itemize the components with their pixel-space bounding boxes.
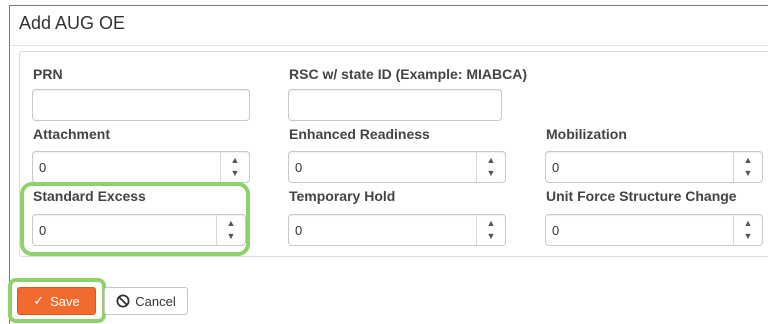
unit-force-structure-change-spinner: ▲ ▼ xyxy=(733,215,762,245)
rsc-label: RSC w/ state ID (Example: MIABCA) xyxy=(289,66,528,82)
mobilization-spinner: ▲ ▼ xyxy=(733,152,762,182)
temporary-hold-decrement-icon[interactable]: ▼ xyxy=(477,229,505,244)
unit-force-structure-change-value: 0 xyxy=(552,223,560,238)
dialog-border-left xyxy=(9,5,10,324)
cancel-button-label: Cancel xyxy=(135,293,176,309)
enhanced-readiness-decrement-icon[interactable]: ▼ xyxy=(477,166,505,181)
temporary-hold-label: Temporary Hold xyxy=(289,188,396,204)
temporary-hold-spinner: ▲ ▼ xyxy=(476,215,505,245)
attachment-decrement-icon[interactable]: ▼ xyxy=(221,166,249,181)
attachment-label: Attachment xyxy=(33,126,111,142)
save-button-highlight xyxy=(8,278,106,323)
temporary-hold-input[interactable]: 0 ▲ ▼ xyxy=(288,214,506,246)
cancel-icon xyxy=(116,294,130,308)
dialog-border-top xyxy=(9,5,768,6)
enhanced-readiness-label: Enhanced Readiness xyxy=(289,126,430,142)
enhanced-readiness-value: 0 xyxy=(295,160,303,175)
rsc-input[interactable] xyxy=(288,89,502,121)
attachment-spinner: ▲ ▼ xyxy=(220,152,249,182)
temporary-hold-value: 0 xyxy=(295,223,303,238)
mobilization-input[interactable]: 0 ▲ ▼ xyxy=(545,151,763,183)
prn-label: PRN xyxy=(33,66,63,82)
attachment-input[interactable]: 0 ▲ ▼ xyxy=(32,151,250,183)
attachment-value: 0 xyxy=(39,160,47,175)
cancel-button[interactable]: Cancel xyxy=(104,287,188,315)
mobilization-value: 0 xyxy=(552,160,560,175)
title-divider xyxy=(10,45,768,46)
unit-force-structure-change-label: Unit Force Structure Change xyxy=(546,188,737,204)
mobilization-label: Mobilization xyxy=(546,126,627,142)
add-aug-oe-dialog: Add AUG OE PRN RSC w/ state ID (Example:… xyxy=(0,0,768,324)
unit-force-structure-change-decrement-icon[interactable]: ▼ xyxy=(734,229,762,244)
prn-input[interactable] xyxy=(32,89,250,121)
enhanced-readiness-input[interactable]: 0 ▲ ▼ xyxy=(288,151,506,183)
enhanced-readiness-spinner: ▲ ▼ xyxy=(476,152,505,182)
dialog-title: Add AUG OE xyxy=(19,13,126,33)
mobilization-decrement-icon[interactable]: ▼ xyxy=(734,166,762,181)
standard-excess-highlight xyxy=(20,182,250,256)
unit-force-structure-change-input[interactable]: 0 ▲ ▼ xyxy=(545,214,763,246)
